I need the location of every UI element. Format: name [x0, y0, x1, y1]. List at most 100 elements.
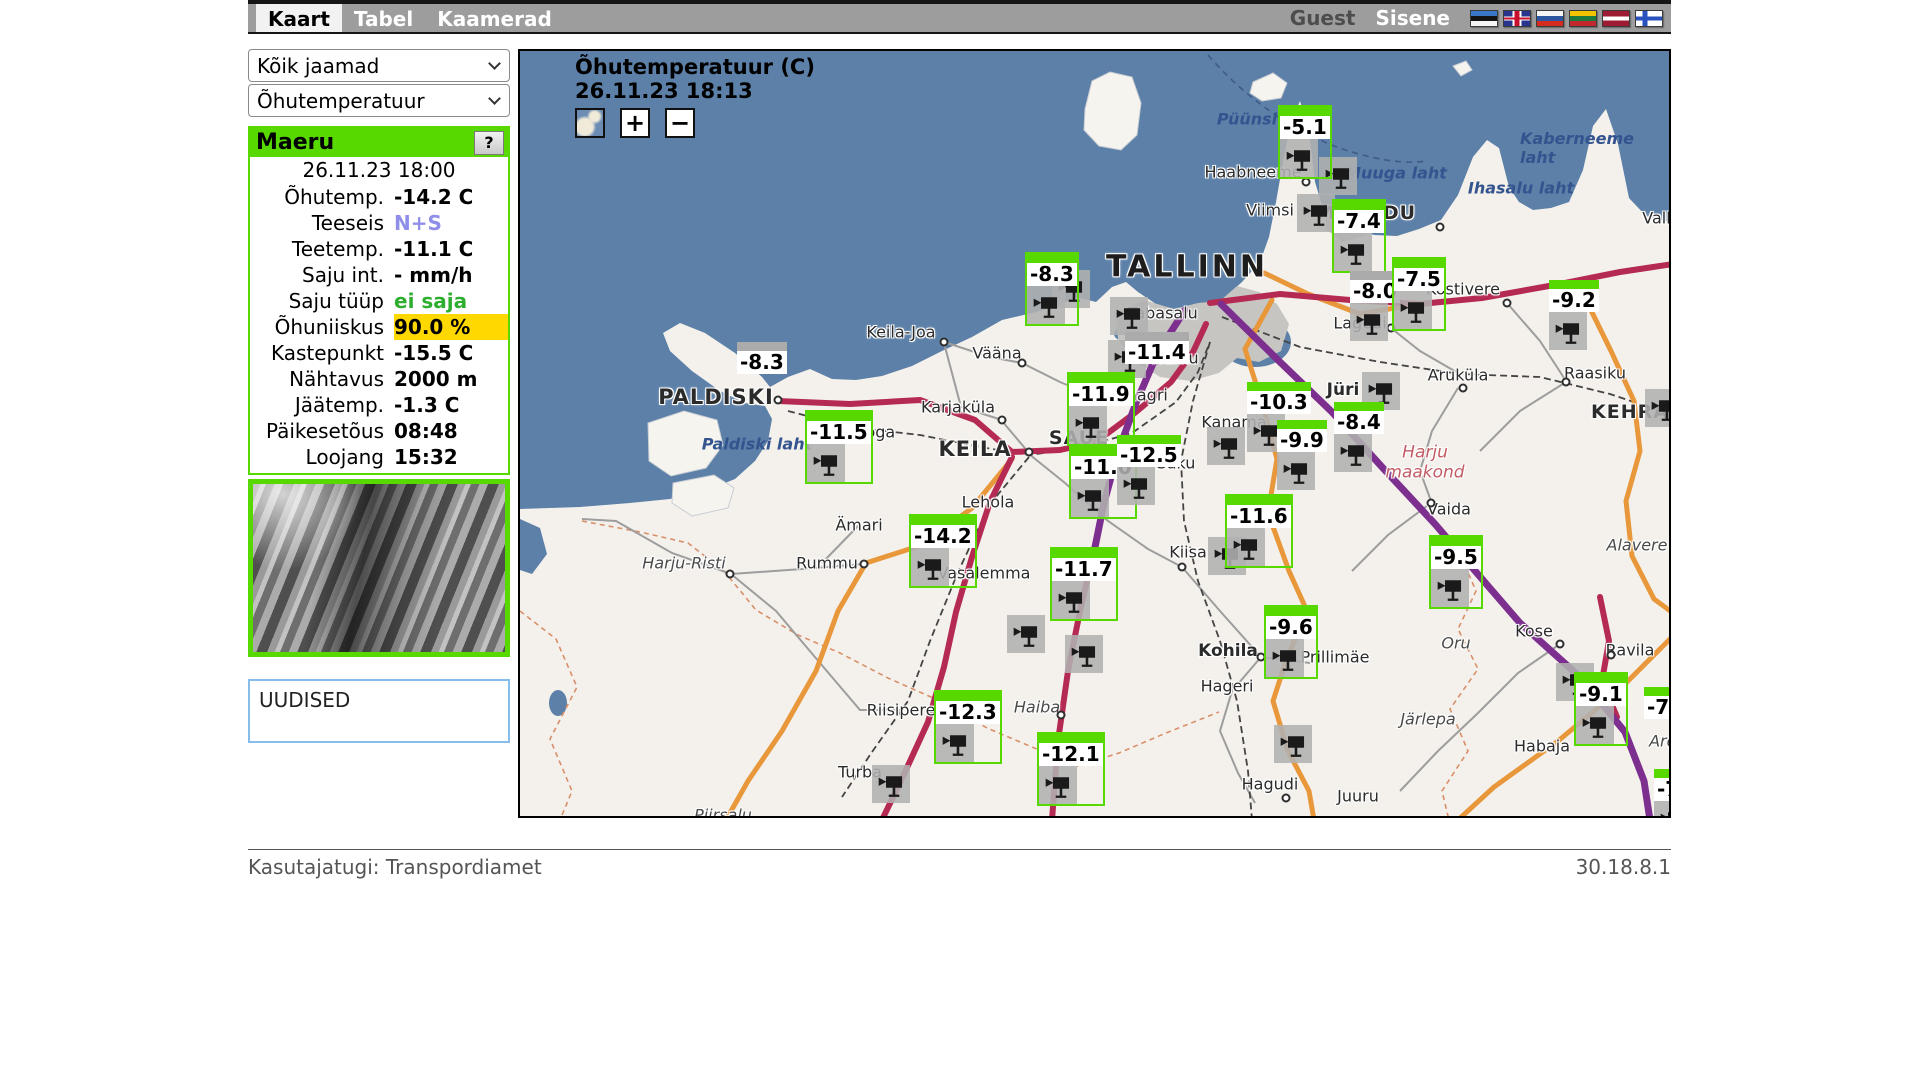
latvia-flag-icon[interactable] — [1602, 10, 1630, 27]
zoom-out-button[interactable]: − — [665, 108, 695, 138]
station-value: -11.4 — [1125, 341, 1189, 364]
footer: Kasutajatugi: Transpordiamet 30.18.8.1 — [248, 849, 1671, 879]
map-station[interactable]: -8.3 — [1025, 252, 1079, 326]
station-value: -8.3 — [737, 351, 787, 374]
station-value: -9.9 — [1277, 429, 1327, 452]
camera-image[interactable] — [248, 479, 510, 657]
place-label: Ardu — [1649, 732, 1671, 751]
town-marker — [1459, 384, 1468, 393]
overview-map-button[interactable] — [575, 108, 605, 138]
station-value: -11.9 — [1069, 383, 1133, 406]
place-label: Alavere — [1607, 536, 1668, 555]
map-station[interactable]: -7.4 — [1332, 199, 1386, 273]
camera-icon[interactable] — [1052, 581, 1090, 619]
camera-icon[interactable] — [1549, 312, 1587, 350]
map-station[interactable]: -7. — [1644, 687, 1671, 719]
camera-icon[interactable] — [807, 444, 845, 482]
lithuania-flag-icon[interactable] — [1569, 10, 1597, 27]
map-station[interactable]: -11.4 — [1125, 332, 1189, 364]
russia-flag-icon[interactable] — [1536, 10, 1564, 27]
camera-icon[interactable] — [1027, 286, 1065, 324]
camera-icon[interactable] — [1274, 725, 1312, 763]
row-value: -1.3 C — [394, 392, 508, 418]
map-station[interactable]: -8.4 — [1334, 402, 1384, 472]
place-label: Viimsi — [1246, 201, 1294, 220]
map-station[interactable]: -7.5 — [1392, 257, 1446, 331]
station-data-row: Päikesetõus08:48 — [250, 418, 508, 444]
map-station[interactable]: -5.1 — [1278, 105, 1332, 179]
map-station[interactable]: -9.2 — [1549, 280, 1599, 350]
place-label: Kaberneeme laht — [1520, 129, 1634, 167]
map-station[interactable]: -12.1 — [1037, 732, 1105, 806]
station-filter-select[interactable]: Kõik jaamad — [248, 49, 510, 82]
map-station[interactable]: -11.7 — [1050, 547, 1118, 621]
row-value: 08:48 — [394, 418, 508, 444]
row-label: Päikesetõus — [250, 418, 394, 444]
tab-kaart[interactable]: Kaart — [256, 4, 342, 32]
map-station[interactable]: -9.5 — [1429, 535, 1483, 609]
place-label: Ämari — [835, 516, 882, 535]
tab-kaamerad[interactable]: Kaamerad — [425, 4, 564, 32]
camera-icon[interactable] — [936, 724, 974, 762]
finland-flag-icon[interactable] — [1635, 10, 1663, 27]
camera-icon[interactable] — [1297, 194, 1335, 232]
map-station[interactable]: -8.3 — [737, 342, 787, 374]
camera-icon[interactable] — [1069, 406, 1107, 444]
row-value: -11.1 C — [394, 236, 508, 262]
uk-flag-icon[interactable] — [1503, 10, 1531, 27]
row-label: Nähtavus — [250, 366, 394, 392]
top-nav: Kaart Tabel Kaamerad Guest Sisene — [248, 0, 1671, 34]
zoom-in-button[interactable]: + — [620, 108, 650, 138]
station-value: -8.4 — [1334, 411, 1384, 434]
camera-icon[interactable] — [1645, 389, 1671, 427]
camera-icon[interactable] — [1431, 569, 1469, 607]
map-station[interactable]: -12.3 — [934, 690, 1002, 764]
camera-icon[interactable] — [1117, 467, 1155, 505]
camera-icon[interactable] — [1350, 303, 1388, 341]
camera-icon[interactable] — [1071, 479, 1109, 517]
town-marker — [1556, 640, 1565, 649]
camera-icon[interactable] — [1654, 801, 1671, 818]
camera-icon[interactable] — [1065, 635, 1103, 673]
login-link[interactable]: Sisene — [1375, 6, 1450, 30]
row-value: 15:32 — [394, 444, 508, 470]
camera-icon[interactable] — [1334, 233, 1372, 271]
camera-icon[interactable] — [872, 765, 910, 803]
camera-icon[interactable] — [1227, 528, 1265, 566]
row-value: ei saja — [394, 288, 508, 314]
place-label: Aruküla — [1428, 366, 1489, 385]
camera-icon[interactable] — [911, 548, 949, 586]
layer-select[interactable]: Õhutemperatuur — [248, 84, 510, 117]
camera-icon[interactable] — [1039, 766, 1077, 804]
map-station[interactable]: -9.9 — [1277, 420, 1327, 490]
row-label: Kastepunkt — [250, 340, 394, 366]
camera-icon[interactable] — [1576, 706, 1614, 744]
map-station[interactable]: -14.2 — [909, 514, 977, 588]
map-station[interactable]: -7 — [1654, 769, 1671, 818]
camera-icon[interactable] — [1110, 297, 1148, 335]
place-label: Kiisa — [1169, 543, 1207, 562]
camera-icon[interactable] — [1007, 615, 1045, 653]
place-label: Vääna — [972, 344, 1021, 363]
map-station[interactable]: -12.5 — [1117, 435, 1181, 505]
map-station[interactable]: -9.1 — [1574, 672, 1628, 746]
help-button[interactable]: ? — [474, 131, 504, 155]
map-station[interactable]: -9.6 — [1264, 605, 1318, 679]
estonia-flag-icon[interactable] — [1470, 10, 1498, 27]
camera-icon[interactable] — [1394, 291, 1432, 329]
camera-icon[interactable] — [1334, 434, 1372, 472]
station-panel: Maeru ? 26.11.23 18:00 Õhutemp.-14.2 CTe… — [248, 126, 510, 475]
town-marker — [1282, 794, 1291, 803]
camera-icon[interactable] — [1277, 452, 1315, 490]
tab-tabel[interactable]: Tabel — [342, 4, 425, 32]
map-station[interactable]: -11.5 — [805, 410, 873, 484]
row-label: Õhutemp. — [250, 184, 394, 210]
camera-icon[interactable] — [1266, 639, 1304, 677]
page: Kaart Tabel Kaamerad Guest Sisene Kõik j… — [248, 0, 1671, 879]
camera-icon[interactable] — [1207, 427, 1245, 465]
row-label: Saju tüüp — [250, 288, 394, 314]
station-value: -9.1 — [1576, 683, 1626, 706]
map-station[interactable]: -11.6 — [1225, 494, 1293, 568]
camera-icon[interactable] — [1280, 139, 1318, 177]
map[interactable]: TALLINNPALDISKIKEILASAUEKEHRAMAARDUKohil… — [518, 49, 1671, 818]
